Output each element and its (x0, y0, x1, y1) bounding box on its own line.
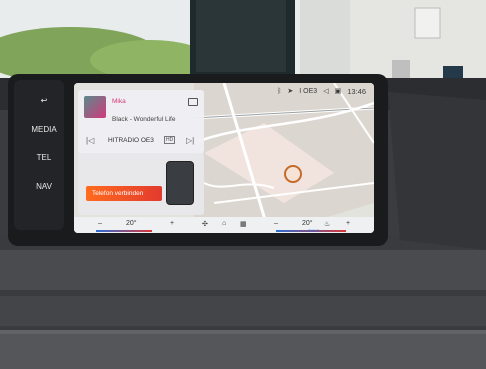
sync-label[interactable]: SYNC (308, 228, 319, 233)
temp-right-value[interactable]: 20° (302, 220, 313, 227)
hd-badge: HD (164, 136, 176, 144)
nav-key[interactable]: NAV (24, 182, 64, 191)
temp-left-minus[interactable]: – (98, 220, 102, 227)
album-art (84, 96, 106, 118)
fan-icon[interactable]: ✣ (202, 220, 208, 228)
climate-bar: – 20° + ✣ ⌂ ▦ – 20° ♨ + SYNC (74, 217, 374, 233)
message-icon: ▣ (334, 88, 342, 95)
seat-heating-icon[interactable]: ♨ (324, 220, 330, 228)
station-indicator: I OE3 (299, 87, 318, 95)
skip-back-icon[interactable]: |◁ (86, 136, 94, 145)
temp-left-value[interactable]: 20° (126, 220, 137, 227)
clock: 13:46 (347, 86, 366, 96)
track-title: Black - Wonderful Life (112, 116, 176, 123)
tel-key[interactable]: TEL (24, 153, 64, 162)
temp-left-plus[interactable]: + (170, 220, 174, 227)
infotainment-screen: ᛒ ➤ I OE3 ◁ ▣ 13:46 Mika Black - Wonderf… (74, 83, 374, 233)
home-icon[interactable]: ⌂ (222, 220, 226, 227)
volume-icon: ◁ (323, 88, 329, 95)
media-card[interactable]: Mika Black - Wonderful Life |◁ HITRADIO … (78, 90, 204, 154)
temp-right-minus[interactable]: – (274, 220, 278, 227)
back-button[interactable]: ↩ (24, 96, 64, 105)
radio-source-icon[interactable] (188, 98, 198, 106)
station-name: HITRADIO OE3 (108, 137, 154, 144)
position-marker-icon (284, 165, 302, 183)
artist-name: Mika (112, 98, 126, 105)
connect-phone-button[interactable]: Telefon verbinden (86, 186, 162, 201)
phone-card: Telefon verbinden (78, 153, 204, 215)
skip-forward-icon[interactable]: ▷| (186, 136, 194, 145)
bluetooth-icon: ᛒ (277, 87, 282, 95)
phone-icon (166, 161, 194, 205)
temp-right-plus[interactable]: + (346, 220, 350, 227)
media-key[interactable]: MEDIA (24, 125, 64, 134)
temp-left-slider[interactable] (96, 230, 152, 232)
navigation-arrow-icon: ➤ (287, 88, 294, 95)
apps-icon[interactable]: ▦ (240, 220, 247, 228)
